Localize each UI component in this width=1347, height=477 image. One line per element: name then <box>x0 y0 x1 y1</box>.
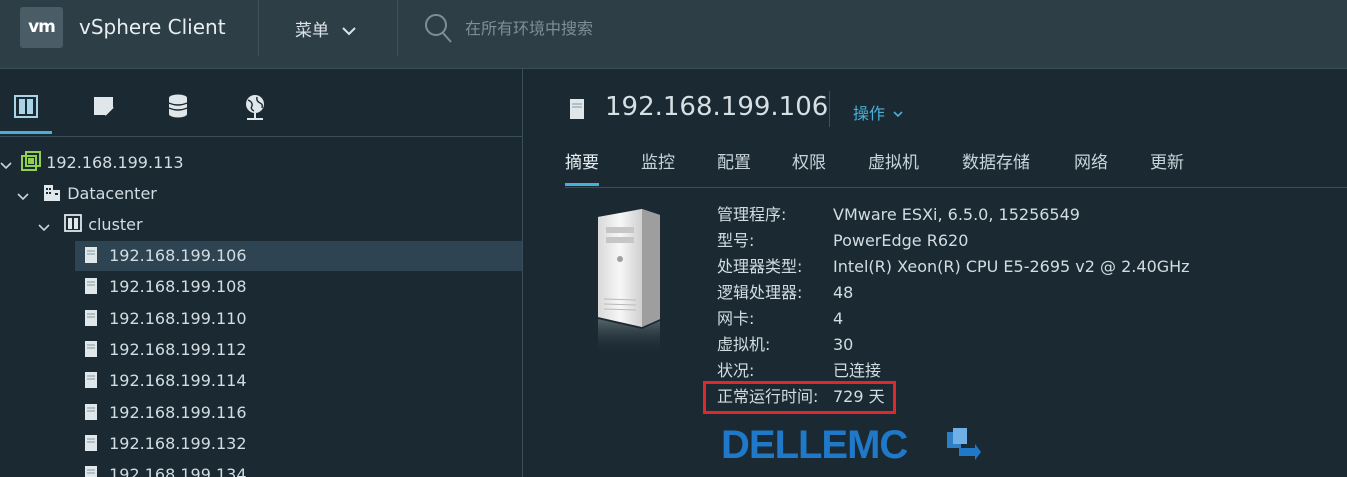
vmware-logo[interactable]: vm <box>20 7 63 48</box>
tree-node-host[interactable]: 192.168.199.112 <box>75 335 522 365</box>
host-tabs: 摘要 监控 配置 权限 虚拟机 数据存储 网络 更新 <box>565 151 1347 188</box>
tab-configure[interactable]: 配置 <box>717 151 751 187</box>
tree-node-label: 192.168.199.106 <box>109 246 247 265</box>
network-globe-icon <box>246 95 264 120</box>
tab-vms[interactable]: 虚拟机 <box>868 151 919 187</box>
property-value: 30 <box>833 335 854 354</box>
inventory-navigator: 192.168.199.113 Datacenter cluster 192.1… <box>0 69 523 477</box>
datacenter-icon <box>44 185 61 201</box>
host-server-icon <box>85 372 97 388</box>
tab-permissions[interactable]: 权限 <box>792 151 826 187</box>
vendor-logo-text: DELLEMC <box>721 423 907 466</box>
chevron-down-icon <box>38 224 50 232</box>
chevron-down-icon <box>17 193 29 201</box>
chevron-down-icon <box>893 111 903 118</box>
search-icon <box>425 14 452 43</box>
host-server-icon <box>85 435 97 451</box>
header-divider <box>397 0 398 56</box>
property-label: 管理程序: <box>717 205 787 224</box>
hosts-clusters-tab[interactable] <box>0 93 52 134</box>
property-label: 处理器类型: <box>717 257 803 276</box>
host-server-icon <box>85 341 97 357</box>
app-title: vSphere Client <box>79 15 226 39</box>
actions-label: 操作 <box>853 104 886 123</box>
chevron-down-icon <box>342 26 357 35</box>
host-server-icon <box>85 310 97 326</box>
server-tower-image <box>598 209 660 355</box>
chevron-down-icon <box>0 162 12 170</box>
tree-node-label: Datacenter <box>67 184 157 203</box>
property-value: 4 <box>833 309 844 328</box>
title-divider <box>829 91 830 127</box>
tree-node-cluster[interactable]: cluster <box>0 210 520 240</box>
tab-monitor[interactable]: 监控 <box>641 151 675 187</box>
tree-node-label: 192.168.199.112 <box>109 340 247 359</box>
tab-networks[interactable]: 网络 <box>1074 151 1108 187</box>
tree-node-host[interactable]: 192.168.199.114 <box>75 366 522 396</box>
tree-node-label: 192.168.199.132 <box>109 434 247 453</box>
tree-node-label: 192.168.199.114 <box>109 371 247 390</box>
cluster-icon <box>64 214 82 232</box>
host-server-icon <box>85 466 97 477</box>
tab-summary[interactable]: 摘要 <box>565 151 599 187</box>
tab-datastores[interactable]: 数据存储 <box>962 151 1030 187</box>
tree-node-host[interactable]: 192.168.199.134 <box>75 460 522 477</box>
top-header: vm vSphere Client 菜单 <box>0 0 1347 69</box>
tree-node-label: 192.168.199.113 <box>46 153 184 172</box>
property-value: PowerEdge R620 <box>833 231 969 250</box>
hosts-clusters-icon <box>14 95 38 118</box>
search-input[interactable] <box>463 14 1067 42</box>
host-summary-pane: 192.168.199.106 操作 摘要 监控 配置 权限 虚拟机 数据存储 … <box>523 69 1347 477</box>
actions-dropdown[interactable]: 操作 <box>853 100 903 124</box>
navigator-tabs <box>0 69 522 137</box>
host-server-icon <box>85 404 97 420</box>
tree-node-label: 192.168.199.116 <box>109 403 247 422</box>
tree-node-label: 192.168.199.134 <box>109 465 247 477</box>
tree-node-label: 192.168.199.108 <box>109 277 247 296</box>
database-icon <box>168 94 188 118</box>
tree-node-label: 192.168.199.110 <box>109 309 247 328</box>
menu-button[interactable]: 菜单 <box>295 16 357 41</box>
property-label: 逻辑处理器: <box>717 283 803 302</box>
uptime-highlight-box <box>703 381 896 414</box>
property-value: Intel(R) Xeon(R) CPU E5-2695 v2 @ 2.40GH… <box>833 257 1190 276</box>
vcenter-icon <box>21 151 42 171</box>
tree-node-host[interactable]: 192.168.199.110 <box>75 304 522 334</box>
tree-node-vcenter[interactable]: 192.168.199.113 <box>0 148 520 178</box>
tree-node-host[interactable]: 192.168.199.132 <box>75 429 522 459</box>
host-server-icon <box>85 247 97 263</box>
property-label: 型号: <box>717 231 755 250</box>
vms-templates-tab[interactable] <box>91 93 119 123</box>
networking-tab[interactable] <box>242 93 270 123</box>
property-label: 虚拟机: <box>717 335 771 354</box>
tree-node-host[interactable]: 192.168.199.108 <box>75 272 522 302</box>
vendor-badge-icon <box>947 428 981 460</box>
property-value: 48 <box>833 283 854 302</box>
tree-node-host[interactable]: 192.168.199.106 <box>75 241 522 271</box>
header-divider <box>258 0 259 56</box>
host-server-icon <box>570 99 584 119</box>
tree-node-label: cluster <box>88 215 143 234</box>
host-server-icon <box>85 278 97 294</box>
page-title: 192.168.199.106 <box>605 92 829 122</box>
storage-tab[interactable] <box>166 93 194 123</box>
property-value: VMware ESXi, 6.5.0, 15256549 <box>833 205 1080 224</box>
menu-label: 菜单 <box>295 21 329 41</box>
tree-node-datacenter[interactable]: Datacenter <box>0 179 520 209</box>
tab-updates[interactable]: 更新 <box>1150 151 1184 187</box>
property-label: 网卡: <box>717 309 755 328</box>
dell-emc-logo: DELLEMC <box>721 423 981 466</box>
tree-node-host[interactable]: 192.168.199.116 <box>75 398 522 428</box>
vms-templates-icon <box>94 97 114 116</box>
